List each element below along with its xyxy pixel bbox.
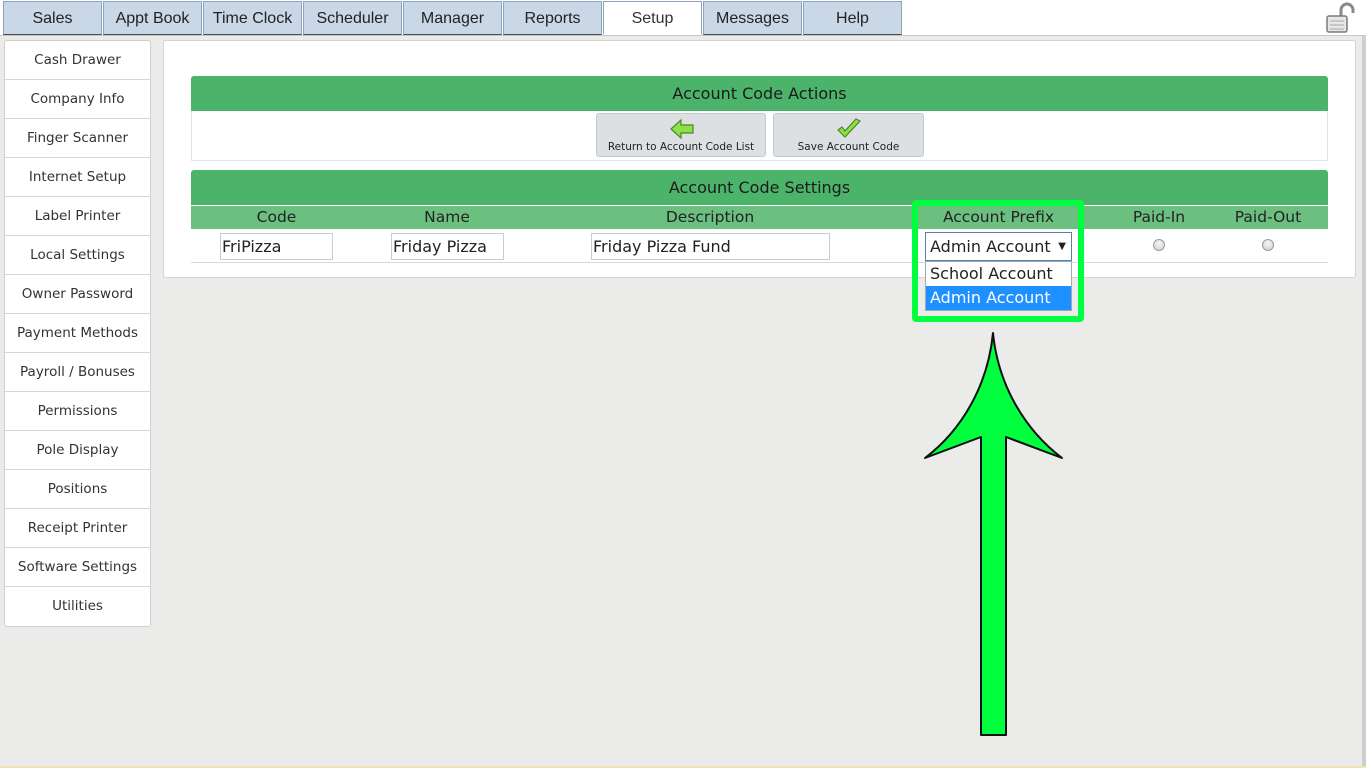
save-button-label: Save Account Code — [797, 141, 900, 153]
account-prefix-options: School Account Admin Account — [925, 261, 1072, 311]
paid-out-radio[interactable] — [1262, 239, 1274, 251]
tab-time-clock[interactable]: Time Clock — [203, 1, 302, 35]
return-to-list-button[interactable]: Return to Account Code List — [596, 113, 766, 157]
option-admin-account[interactable]: Admin Account — [926, 286, 1071, 310]
tab-scheduler[interactable]: Scheduler — [303, 1, 402, 35]
sidebar-item-payroll-bonuses[interactable]: Payroll / Bonuses — [5, 353, 150, 392]
row-divider — [191, 262, 1328, 263]
pointer-arrow-icon — [924, 332, 1063, 736]
description-input[interactable]: Friday Pizza Fund — [591, 233, 830, 260]
sidebar-item-internet-setup[interactable]: Internet Setup — [5, 158, 150, 197]
code-input[interactable]: FriPizza — [220, 233, 333, 260]
account-prefix-select[interactable]: Admin Account ▼ — [925, 232, 1072, 261]
tab-appt-book[interactable]: Appt Book — [103, 1, 202, 35]
name-input[interactable]: Friday Pizza — [391, 233, 504, 260]
dropdown-caret-icon: ▼ — [1058, 241, 1066, 252]
scrollbar-edge — [1362, 36, 1366, 766]
tab-manager[interactable]: Manager — [403, 1, 502, 35]
back-arrow-icon — [670, 118, 694, 140]
return-button-label: Return to Account Code List — [607, 141, 755, 153]
tab-reports[interactable]: Reports — [503, 1, 602, 35]
sidebar-item-permissions[interactable]: Permissions — [5, 392, 150, 431]
tab-setup[interactable]: Setup — [603, 1, 702, 35]
sidebar-item-cash-drawer[interactable]: Cash Drawer — [5, 41, 150, 80]
settings-header: Account Code Settings — [191, 170, 1328, 205]
checkmark-icon — [837, 118, 861, 138]
sidebar-item-positions[interactable]: Positions — [5, 470, 150, 509]
sidebar-item-local-settings[interactable]: Local Settings — [5, 236, 150, 275]
column-paid-in: Paid-In — [1132, 208, 1186, 226]
sidebar-item-payment-methods[interactable]: Payment Methods — [5, 314, 150, 353]
column-paid-out: Paid-Out — [1234, 208, 1302, 226]
save-account-code-button[interactable]: Save Account Code — [773, 113, 924, 157]
top-nav-bar: Sales Appt Book Time Clock Scheduler Man… — [0, 0, 1366, 36]
sidebar-item-company-info[interactable]: Company Info — [5, 80, 150, 119]
actions-header: Account Code Actions — [191, 76, 1328, 111]
sidebar-item-software-settings[interactable]: Software Settings — [5, 548, 150, 587]
account-prefix-value: Admin Account — [930, 237, 1051, 256]
sidebar-item-finger-scanner[interactable]: Finger Scanner — [5, 119, 150, 158]
sidebar-item-owner-password[interactable]: Owner Password — [5, 275, 150, 314]
tab-sales[interactable]: Sales — [3, 1, 102, 35]
sidebar-item-utilities[interactable]: Utilities — [5, 587, 150, 626]
unlocked-padlock-icon[interactable] — [1324, 2, 1356, 34]
column-code: Code — [256, 208, 297, 226]
tab-messages[interactable]: Messages — [703, 1, 802, 35]
setup-sidebar: Cash Drawer Company Info Finger Scanner … — [4, 40, 151, 627]
column-name: Name — [424, 208, 470, 226]
sidebar-item-pole-display[interactable]: Pole Display — [5, 431, 150, 470]
paid-in-radio[interactable] — [1153, 239, 1165, 251]
sidebar-item-label-printer[interactable]: Label Printer — [5, 197, 150, 236]
sidebar-item-receipt-printer[interactable]: Receipt Printer — [5, 509, 150, 548]
column-description: Description — [665, 208, 755, 226]
option-school-account[interactable]: School Account — [926, 262, 1071, 286]
tab-help[interactable]: Help — [803, 1, 902, 35]
